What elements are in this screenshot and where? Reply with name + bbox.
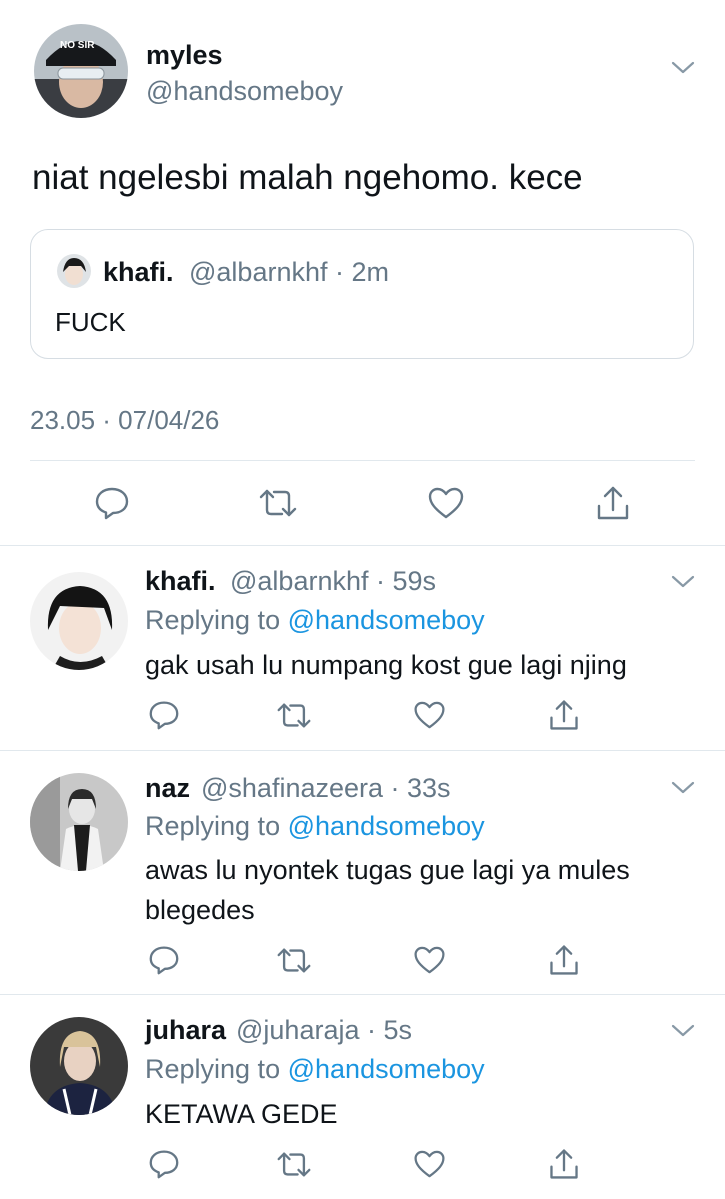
reply-text: KETAWA GEDE	[145, 1099, 338, 1129]
retweet-icon[interactable]	[276, 702, 312, 729]
reply-icon[interactable]	[148, 1149, 180, 1179]
author-name[interactable]: juhara	[145, 1015, 226, 1046]
chevron-down-icon[interactable]	[670, 574, 696, 590]
author-handle[interactable]: @handsomeboy	[146, 76, 343, 107]
replying-to: Replying to @handsomeboy	[145, 811, 485, 842]
quoted-avatar	[57, 254, 91, 288]
quoted-tweet[interactable]: khafi. @albarnkhf · 2m FUCK	[30, 229, 694, 359]
share-icon[interactable]	[547, 698, 581, 732]
replying-to-handle-link[interactable]: @handsomeboy	[288, 1054, 485, 1084]
replying-to-label: Replying to	[145, 1054, 281, 1084]
avatar[interactable]	[30, 572, 128, 670]
replying-to: Replying to @handsomeboy	[145, 605, 485, 636]
replying-to-handle-link[interactable]: @handsomeboy	[288, 605, 485, 635]
reply-tweet[interactable]: juhara @juharaja · 5s Replying to @hands…	[0, 995, 725, 1199]
reply-icon[interactable]	[148, 700, 180, 730]
timestamp[interactable]: 23.05 · 07/04/26	[30, 405, 219, 436]
retweet-icon[interactable]	[276, 947, 312, 974]
divider	[30, 460, 695, 461]
share-icon[interactable]	[594, 484, 632, 522]
quoted-meta: @albarnkhf · 2m	[189, 257, 389, 287]
author-meta[interactable]: @shafinazeera · 33s	[201, 773, 451, 804]
replying-to-label: Replying to	[145, 811, 281, 841]
like-icon[interactable]	[427, 486, 465, 520]
reply-icon[interactable]	[94, 486, 130, 520]
chevron-down-icon[interactable]	[670, 780, 696, 796]
quoted-text: FUCK	[55, 307, 126, 337]
like-icon[interactable]	[413, 700, 446, 730]
reply-icon[interactable]	[148, 945, 180, 975]
author-meta[interactable]: @albarnkhf · 59s	[230, 566, 436, 597]
chevron-down-icon[interactable]	[670, 60, 696, 76]
replying-to: Replying to @handsomeboy	[145, 1054, 485, 1085]
retweet-icon[interactable]	[258, 488, 298, 518]
author-name[interactable]: khafi.	[145, 566, 216, 597]
reply-text: gak usah lu numpang kost gue lagi njing	[145, 650, 627, 680]
avatar[interactable]	[30, 773, 128, 871]
avatar[interactable]: NO SIR	[34, 24, 128, 118]
like-icon[interactable]	[413, 945, 446, 975]
avatar[interactable]	[30, 1017, 128, 1115]
like-icon[interactable]	[413, 1149, 446, 1179]
author-meta[interactable]: @juharaja · 5s	[236, 1015, 412, 1046]
retweet-icon[interactable]	[276, 1151, 312, 1178]
author-name[interactable]: myles	[146, 40, 223, 71]
tweet-text: niat ngelesbi malah ngehomo. kece	[32, 158, 583, 197]
chevron-down-icon[interactable]	[670, 1023, 696, 1039]
reply-tweet[interactable]: naz @shafinazeera · 33s Replying to @han…	[0, 751, 725, 994]
main-tweet: NO SIR myles @handsomeboy niat ngelesbi …	[0, 0, 725, 546]
author-name[interactable]: naz	[145, 773, 190, 804]
replying-to-handle-link[interactable]: @handsomeboy	[288, 811, 485, 841]
quoted-author-name: khafi.	[103, 257, 174, 287]
avatar-cap-text: NO SIR	[60, 40, 95, 51]
share-icon[interactable]	[547, 1147, 581, 1181]
share-icon[interactable]	[547, 943, 581, 977]
reply-tweet[interactable]: khafi. @albarnkhf · 59s Replying to @han…	[0, 546, 725, 750]
reply-text: awas lu nyontek tugas gue lagi ya mules …	[145, 855, 630, 925]
replying-to-label: Replying to	[145, 605, 281, 635]
